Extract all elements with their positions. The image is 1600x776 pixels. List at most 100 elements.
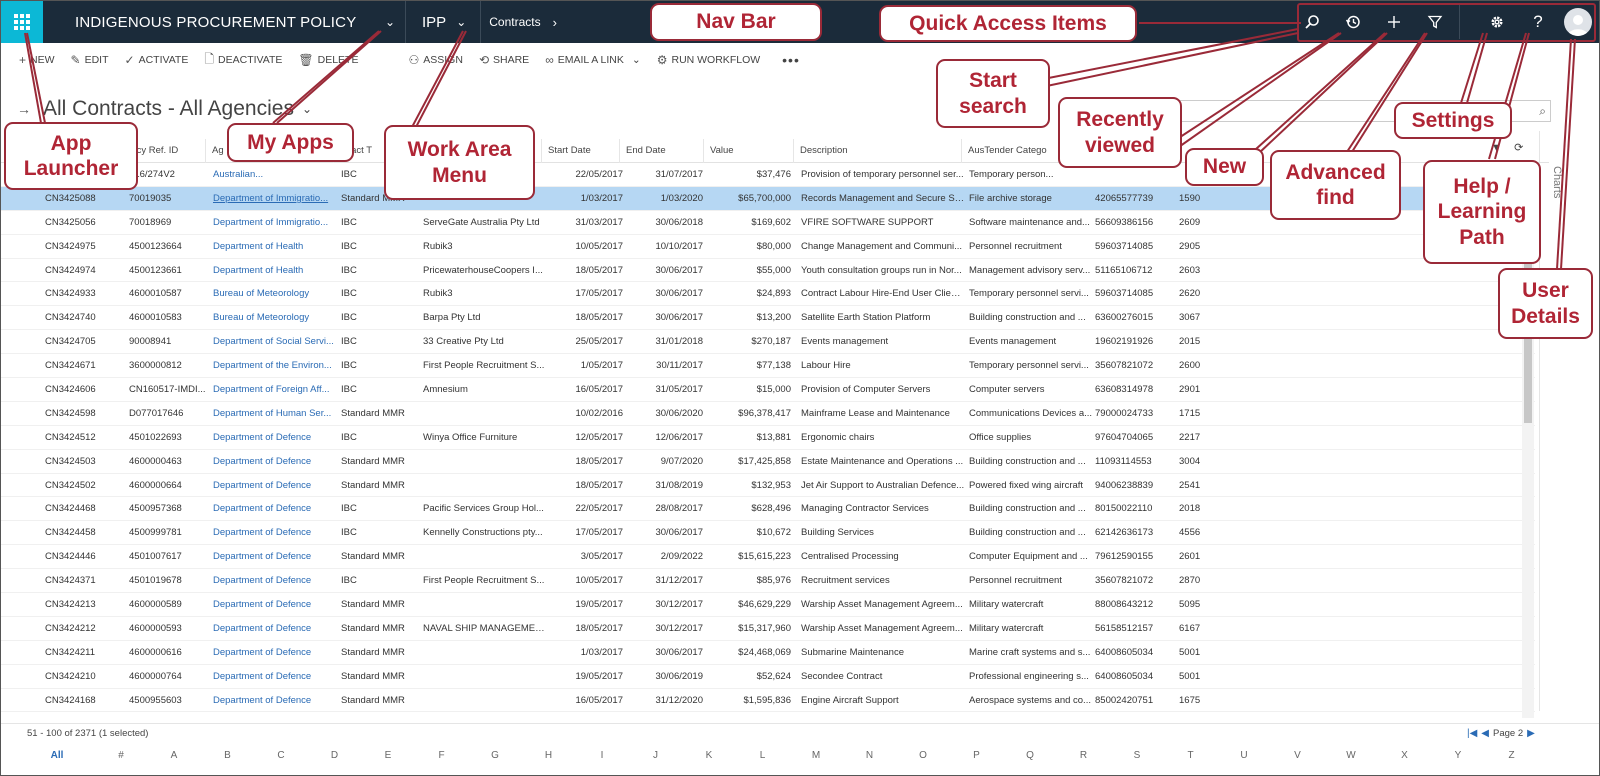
command-share[interactable]: ⟲ SHARE xyxy=(479,53,529,67)
agency-link[interactable]: Department of Defence xyxy=(213,545,337,569)
command-deactivate[interactable]: 🗋 DEACTIVATE xyxy=(204,50,282,71)
alphabet-letter[interactable]: E xyxy=(378,750,398,761)
table-row[interactable]: CN3424210 4600000764 Department of Defence… xyxy=(1,665,1535,689)
alphabet-letter[interactable]: T xyxy=(1181,750,1201,761)
table-row[interactable]: CN3424503 4600000463 Department of Defence… xyxy=(1,450,1535,474)
agency-link[interactable]: Department of Social Servi... xyxy=(213,330,337,354)
command-new[interactable]: + NEW xyxy=(19,53,55,67)
search-icon[interactable]: ⌕ xyxy=(1539,104,1546,119)
command-email-a-link[interactable]: ∞ EMAIL A LINK xyxy=(545,53,624,67)
alphabet-letter[interactable]: O xyxy=(913,750,933,761)
table-row[interactable]: CN3424606 CN160517-IMDI... Department of F… xyxy=(1,378,1535,402)
agency-link[interactable]: Department of Immigratio... xyxy=(213,211,337,235)
app-title[interactable]: INDIGENOUS PROCUREMENT POLICY xyxy=(75,14,375,31)
more-commands-icon[interactable]: ••• xyxy=(782,52,800,68)
recently-viewed-button[interactable] xyxy=(1332,1,1374,43)
charts-pane-label[interactable]: Charts xyxy=(1551,166,1563,198)
alphabet-letter[interactable]: B xyxy=(218,750,238,761)
column-header[interactable]: Start Date xyxy=(541,139,619,163)
alphabet-letter[interactable]: S xyxy=(1127,750,1147,761)
help-button[interactable]: ? xyxy=(1517,1,1559,43)
column-header[interactable]: AusTender Catego xyxy=(961,139,1061,163)
agency-link[interactable]: Department of Health xyxy=(213,235,337,259)
view-chevron-icon[interactable]: ⌄ xyxy=(302,102,312,116)
agency-link[interactable]: Department of Defence xyxy=(213,474,337,498)
table-row[interactable]: CN3424211 4600000616 Department of Defence… xyxy=(1,641,1535,665)
table-row[interactable]: CN3424446 4501007617 Department of Defence… xyxy=(1,545,1535,570)
settings-button[interactable] xyxy=(1476,1,1518,43)
alphabet-letter[interactable]: X xyxy=(1395,750,1415,761)
alphabet-letter[interactable]: R xyxy=(1074,750,1094,761)
agency-link[interactable]: Department of Defence xyxy=(213,450,337,474)
table-row[interactable]: CN3424933 4600010587 Bureau of Meteorology… xyxy=(1,282,1535,307)
alphabet-letter[interactable]: Q xyxy=(1020,750,1040,761)
work-area-name[interactable]: IPP xyxy=(422,14,446,31)
column-header[interactable]: End Date xyxy=(619,139,703,163)
filter-icon[interactable]: ▼ xyxy=(1491,142,1502,154)
table-row[interactable]: CN3424705 90008941 Department of Social Se… xyxy=(1,330,1535,355)
agency-link[interactable]: Department of Defence xyxy=(213,426,337,450)
alphabet-letter[interactable]: D xyxy=(325,750,345,761)
command-activate[interactable]: ✓ ACTIVATE xyxy=(125,53,189,67)
command-overflow-chevron-icon[interactable]: ⌄ xyxy=(632,54,641,66)
table-row[interactable]: CN3424213 4600000589 Department of Defence… xyxy=(1,593,1535,617)
agency-link[interactable]: Department of Defence xyxy=(213,617,337,641)
table-row[interactable]: CN3424458 4500999781 Department of Defence… xyxy=(1,521,1535,546)
alphabet-letter[interactable]: Y xyxy=(1448,750,1468,761)
alphabet-letter[interactable]: I xyxy=(592,750,612,761)
command-assign[interactable]: ⚇ ASSIGN xyxy=(408,53,462,67)
alphabet-letter[interactable]: G xyxy=(485,750,505,761)
agency-link[interactable]: Department of Foreign Aff... xyxy=(213,378,337,402)
pin-icon[interactable]: → xyxy=(17,101,31,117)
table-row[interactable]: CN3424512 4501022693 Department of Defence… xyxy=(1,426,1535,450)
table-row[interactable]: CN3424740 4600010583 Bureau of Meteorology… xyxy=(1,306,1535,331)
table-row[interactable]: CN3424598 D077017646 Department of Human S… xyxy=(1,402,1535,426)
agency-link[interactable]: Department of the Environ... xyxy=(213,354,337,378)
advanced-find-button[interactable] xyxy=(1414,1,1456,43)
alphabet-letter[interactable]: N xyxy=(860,750,880,761)
alphabet-letter[interactable]: W xyxy=(1341,750,1361,761)
alphabet-letter[interactable]: Z xyxy=(1502,750,1522,761)
alphabet-letter[interactable]: A xyxy=(164,750,184,761)
agency-link[interactable]: Department of Defence xyxy=(213,569,337,593)
breadcrumb-contracts[interactable]: Contracts xyxy=(489,15,540,29)
table-row[interactable]: CN3424212 4600000593 Department of Defence… xyxy=(1,617,1535,641)
command-delete[interactable]: 🗑 DELETE xyxy=(298,53,358,67)
alphabet-letter[interactable]: V xyxy=(1288,750,1308,761)
table-row[interactable]: CN3424974 4500123661 Department of Health I… xyxy=(1,259,1535,283)
new-record-button[interactable] xyxy=(1373,1,1415,43)
my-apps-chevron-icon[interactable]: ⌄ xyxy=(375,15,405,29)
table-row[interactable]: CN3424975 4500123664 Department of Health I… xyxy=(1,235,1535,259)
alphabet-letter[interactable]: M xyxy=(806,750,826,761)
agency-link[interactable]: Australian... xyxy=(213,163,337,187)
agency-link[interactable]: Department of Defence xyxy=(213,689,337,713)
agency-link[interactable]: Department of Immigratio... xyxy=(213,187,337,211)
app-launcher-button[interactable] xyxy=(1,1,43,43)
alphabet-letter[interactable]: J xyxy=(646,750,666,761)
agency-link[interactable]: Department of Defence xyxy=(213,641,337,665)
alphabet-letter[interactable]: C xyxy=(271,750,291,761)
agency-link[interactable]: Department of Health xyxy=(213,259,337,283)
agency-link[interactable]: Department of Human Ser... xyxy=(213,402,337,426)
search-button[interactable] xyxy=(1291,1,1333,43)
breadcrumb-chevron-icon[interactable]: › xyxy=(553,15,557,30)
column-header[interactable]: Description xyxy=(793,139,961,163)
first-page-icon[interactable]: |◀ xyxy=(1467,728,1477,739)
agency-link[interactable]: Bureau of Meteorology xyxy=(213,282,337,306)
alphabet-letter[interactable]: K xyxy=(699,750,719,761)
alphabet-letter[interactable]: F xyxy=(432,750,452,761)
user-details-button[interactable] xyxy=(1557,1,1599,43)
agency-link[interactable]: Department of Defence xyxy=(213,665,337,689)
agency-link[interactable]: Department of Defence xyxy=(213,593,337,617)
agency-link[interactable]: Department of Defence xyxy=(213,497,337,521)
alphabet-letter[interactable]: # xyxy=(111,750,131,761)
table-row[interactable]: CN3424502 4600000664 Department of Defence… xyxy=(1,474,1535,498)
agency-link[interactable]: Department of Defence xyxy=(213,521,337,545)
next-page-icon[interactable]: ▶ xyxy=(1527,728,1535,739)
alphabet-letter[interactable]: U xyxy=(1234,750,1254,761)
alphabet-letter[interactable]: H xyxy=(539,750,559,761)
table-row[interactable]: CN3424371 4501019678 Department of Defence… xyxy=(1,569,1535,594)
refresh-icon[interactable]: ⟳ xyxy=(1514,142,1523,154)
alphabet-letter[interactable]: All xyxy=(47,750,67,761)
view-selector[interactable]: → All Contracts - All Agencies ⌄ xyxy=(17,97,312,121)
